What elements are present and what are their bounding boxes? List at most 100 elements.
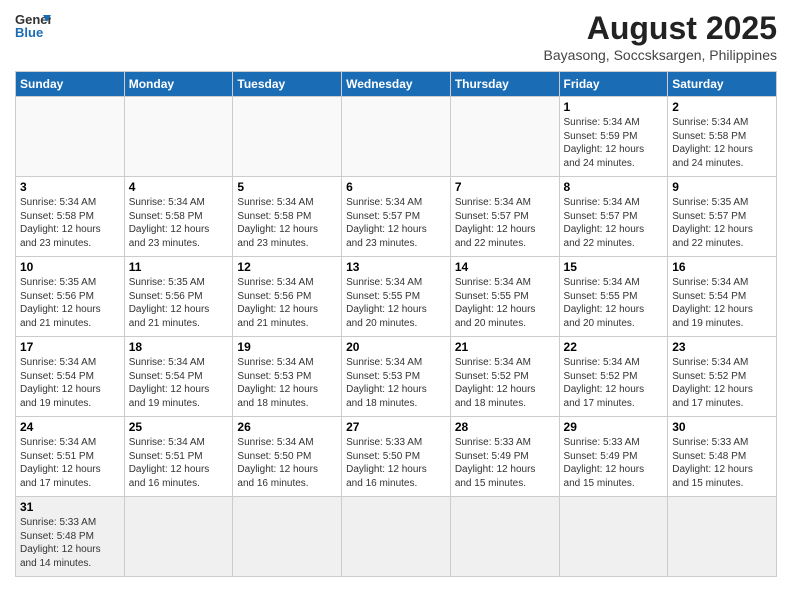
day-number: 4	[129, 180, 229, 194]
calendar-cell: 13Sunrise: 5:34 AM Sunset: 5:55 PM Dayli…	[342, 257, 451, 337]
day-number: 11	[129, 260, 229, 274]
day-number: 13	[346, 260, 446, 274]
calendar-cell	[450, 97, 559, 177]
day-info: Sunrise: 5:33 AM Sunset: 5:49 PM Dayligh…	[455, 436, 555, 490]
day-number: 21	[455, 340, 555, 354]
title-block: August 2025 Bayasong, Soccsksargen, Phil…	[544, 10, 777, 63]
day-number: 14	[455, 260, 555, 274]
day-number: 2	[672, 100, 772, 114]
calendar-week-row: 24Sunrise: 5:34 AM Sunset: 5:51 PM Dayli…	[16, 417, 777, 497]
location: Bayasong, Soccsksargen, Philippines	[544, 47, 777, 63]
weekday-header: Thursday	[450, 72, 559, 97]
calendar-cell	[559, 497, 668, 577]
calendar-cell: 21 Sunrise: 5:34 AM Sunset: 5:52 PM Dayli…	[450, 337, 559, 417]
calendar-cell: 18Sunrise: 5:34 AM Sunset: 5:54 PM Dayli…	[124, 337, 233, 417]
day-info: Sunrise: 5:34 AM Sunset: 5:58 PM Dayligh…	[672, 116, 772, 170]
page-header: General Blue August 2025 Bayasong, Soccs…	[15, 10, 777, 63]
weekday-header: Monday	[124, 72, 233, 97]
calendar-cell	[342, 97, 451, 177]
calendar-cell: 1 Sunrise: 5:34 AM Sunset: 5:59 PM Daylig…	[559, 97, 668, 177]
calendar-cell: 19 Sunrise: 5:34 AM Sunset: 5:53 PM Dayli…	[233, 337, 342, 417]
day-info: Sunrise: 5:34 AM Sunset: 5:52 PM Dayligh…	[455, 356, 555, 410]
calendar-cell: 22Sunrise: 5:34 AM Sunset: 5:52 PM Dayli…	[559, 337, 668, 417]
calendar-cell: 25 Sunrise: 5:34 AM Sunset: 5:51 PM Dayli…	[124, 417, 233, 497]
day-info: Sunrise: 5:34 AM Sunset: 5:54 PM Dayligh…	[672, 276, 772, 330]
calendar-cell: 11 Sunrise: 5:35 AM Sunset: 5:56 PM Dayli…	[124, 257, 233, 337]
calendar-cell: 20 Sunrise: 5:34 AM Sunset: 5:53 PM Dayli…	[342, 337, 451, 417]
day-info: Sunrise: 5:34 AM Sunset: 5:57 PM Dayligh…	[346, 196, 446, 250]
day-number: 6	[346, 180, 446, 194]
day-number: 27	[346, 420, 446, 434]
day-number: 1	[564, 100, 664, 114]
calendar-cell	[16, 97, 125, 177]
calendar-body: 1 Sunrise: 5:34 AM Sunset: 5:59 PM Daylig…	[16, 97, 777, 577]
day-info: Sunrise: 5:34 AM Sunset: 5:51 PM Dayligh…	[20, 436, 120, 490]
calendar-table: SundayMondayTuesdayWednesdayThursdayFrid…	[15, 71, 777, 577]
day-number: 25	[129, 420, 229, 434]
calendar-week-row: 31Sunrise: 5:33 AM Sunset: 5:48 PM Dayli…	[16, 497, 777, 577]
calendar-cell: 29Sunrise: 5:33 AM Sunset: 5:49 PM Dayli…	[559, 417, 668, 497]
day-info: Sunrise: 5:34 AM Sunset: 5:59 PM Dayligh…	[564, 116, 664, 170]
day-number: 5	[237, 180, 337, 194]
day-info: Sunrise: 5:34 AM Sunset: 5:52 PM Dayligh…	[672, 356, 772, 410]
calendar-cell: 7 Sunrise: 5:34 AM Sunset: 5:57 PM Daylig…	[450, 177, 559, 257]
calendar-cell: 3Sunrise: 5:34 AM Sunset: 5:58 PM Daylig…	[16, 177, 125, 257]
weekday-header: Sunday	[16, 72, 125, 97]
weekday-header: Wednesday	[342, 72, 451, 97]
calendar-cell	[233, 497, 342, 577]
day-number: 7	[455, 180, 555, 194]
calendar-cell: 14 Sunrise: 5:34 AM Sunset: 5:55 PM Dayli…	[450, 257, 559, 337]
weekday-header: Friday	[559, 72, 668, 97]
calendar-week-row: 3Sunrise: 5:34 AM Sunset: 5:58 PM Daylig…	[16, 177, 777, 257]
day-info: Sunrise: 5:34 AM Sunset: 5:58 PM Dayligh…	[20, 196, 120, 250]
calendar-cell: 8Sunrise: 5:34 AM Sunset: 5:57 PM Daylig…	[559, 177, 668, 257]
day-number: 20	[346, 340, 446, 354]
day-info: Sunrise: 5:34 AM Sunset: 5:54 PM Dayligh…	[20, 356, 120, 410]
day-info: Sunrise: 5:34 AM Sunset: 5:57 PM Dayligh…	[455, 196, 555, 250]
day-info: Sunrise: 5:35 AM Sunset: 5:57 PM Dayligh…	[672, 196, 772, 250]
day-info: Sunrise: 5:34 AM Sunset: 5:52 PM Dayligh…	[564, 356, 664, 410]
day-number: 19	[237, 340, 337, 354]
day-number: 30	[672, 420, 772, 434]
calendar-cell	[233, 97, 342, 177]
calendar-cell: 17Sunrise: 5:34 AM Sunset: 5:54 PM Dayli…	[16, 337, 125, 417]
weekday-header: Saturday	[668, 72, 777, 97]
day-info: Sunrise: 5:34 AM Sunset: 5:53 PM Dayligh…	[237, 356, 337, 410]
day-info: Sunrise: 5:34 AM Sunset: 5:58 PM Dayligh…	[129, 196, 229, 250]
calendar-cell	[342, 497, 451, 577]
day-number: 16	[672, 260, 772, 274]
calendar-cell: 6 Sunrise: 5:34 AM Sunset: 5:57 PM Daylig…	[342, 177, 451, 257]
day-info: Sunrise: 5:35 AM Sunset: 5:56 PM Dayligh…	[129, 276, 229, 330]
day-info: Sunrise: 5:33 AM Sunset: 5:48 PM Dayligh…	[672, 436, 772, 490]
calendar-cell: 10Sunrise: 5:35 AM Sunset: 5:56 PM Dayli…	[16, 257, 125, 337]
calendar-cell	[450, 497, 559, 577]
calendar-cell	[124, 97, 233, 177]
day-info: Sunrise: 5:33 AM Sunset: 5:48 PM Dayligh…	[20, 516, 120, 570]
calendar-cell: 24Sunrise: 5:34 AM Sunset: 5:51 PM Dayli…	[16, 417, 125, 497]
day-info: Sunrise: 5:35 AM Sunset: 5:56 PM Dayligh…	[20, 276, 120, 330]
calendar-cell: 4 Sunrise: 5:34 AM Sunset: 5:58 PM Daylig…	[124, 177, 233, 257]
calendar-cell: 2 Sunrise: 5:34 AM Sunset: 5:58 PM Daylig…	[668, 97, 777, 177]
calendar-cell: 16 Sunrise: 5:34 AM Sunset: 5:54 PM Dayli…	[668, 257, 777, 337]
day-info: Sunrise: 5:34 AM Sunset: 5:51 PM Dayligh…	[129, 436, 229, 490]
calendar-cell: 26Sunrise: 5:34 AM Sunset: 5:50 PM Dayli…	[233, 417, 342, 497]
day-number: 23	[672, 340, 772, 354]
day-info: Sunrise: 5:34 AM Sunset: 5:53 PM Dayligh…	[346, 356, 446, 410]
calendar-cell: 15Sunrise: 5:34 AM Sunset: 5:55 PM Dayli…	[559, 257, 668, 337]
day-number: 26	[237, 420, 337, 434]
calendar-header-row: SundayMondayTuesdayWednesdayThursdayFrid…	[16, 72, 777, 97]
day-number: 28	[455, 420, 555, 434]
day-number: 18	[129, 340, 229, 354]
day-info: Sunrise: 5:34 AM Sunset: 5:57 PM Dayligh…	[564, 196, 664, 250]
calendar-cell	[668, 497, 777, 577]
calendar-cell: 9Sunrise: 5:35 AM Sunset: 5:57 PM Daylig…	[668, 177, 777, 257]
calendar-week-row: 10Sunrise: 5:35 AM Sunset: 5:56 PM Dayli…	[16, 257, 777, 337]
day-info: Sunrise: 5:34 AM Sunset: 5:55 PM Dayligh…	[455, 276, 555, 330]
weekday-header: Tuesday	[233, 72, 342, 97]
calendar-cell: 30 Sunrise: 5:33 AM Sunset: 5:48 PM Dayli…	[668, 417, 777, 497]
day-info: Sunrise: 5:33 AM Sunset: 5:49 PM Dayligh…	[564, 436, 664, 490]
day-info: Sunrise: 5:34 AM Sunset: 5:58 PM Dayligh…	[237, 196, 337, 250]
day-number: 15	[564, 260, 664, 274]
calendar-cell: 31Sunrise: 5:33 AM Sunset: 5:48 PM Dayli…	[16, 497, 125, 577]
calendar-cell: 23 Sunrise: 5:34 AM Sunset: 5:52 PM Dayli…	[668, 337, 777, 417]
